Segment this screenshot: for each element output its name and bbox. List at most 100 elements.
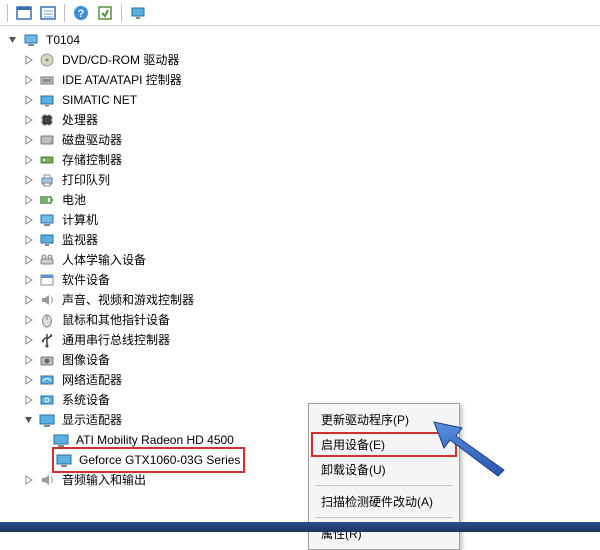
monitor-icon: [38, 231, 56, 249]
expander-closed-icon[interactable]: [22, 353, 36, 367]
toolbar: ?: [0, 0, 600, 26]
toolbar-action-icon[interactable]: [94, 2, 116, 24]
gpu-icon: [55, 451, 73, 469]
tree-category[interactable]: 人体学输入设备: [6, 250, 600, 270]
tree-category[interactable]: 通用串行总线控制器: [6, 330, 600, 350]
category-label: 网络适配器: [60, 369, 124, 391]
root-label: T0104: [44, 29, 82, 51]
tree-category[interactable]: 计算机: [6, 210, 600, 230]
toolbar-separator: [64, 4, 65, 22]
menu-item[interactable]: 启用设备(E): [311, 432, 457, 457]
expander-open-icon[interactable]: [22, 413, 36, 427]
tree-category[interactable]: SIMATIC NET: [6, 90, 600, 110]
menu-item[interactable]: 卸载设备(U): [311, 457, 457, 482]
expander-closed-icon[interactable]: [22, 173, 36, 187]
mouse-icon: [38, 311, 56, 329]
menu-item[interactable]: 扫描检测硬件改动(A): [311, 489, 457, 514]
storage-icon: [38, 151, 56, 169]
tree-category[interactable]: 监视器: [6, 230, 600, 250]
display-label: 显示适配器: [60, 409, 124, 431]
expander-closed-icon[interactable]: [22, 233, 36, 247]
tree-category-display[interactable]: 显示适配器: [6, 410, 600, 430]
tree-category[interactable]: 图像设备: [6, 350, 600, 370]
tree-device-geforce[interactable]: Geforce GTX1060-03G Series: [6, 450, 600, 470]
toolbar-panel2-icon[interactable]: [37, 2, 59, 24]
menu-item[interactable]: 更新驱动程序(P): [311, 407, 457, 432]
audio-icon: [38, 471, 56, 489]
system-icon: [38, 391, 56, 409]
battery-icon: [38, 191, 56, 209]
expander-closed-icon[interactable]: [22, 133, 36, 147]
tree-category[interactable]: 声音、视频和游戏控制器: [6, 290, 600, 310]
tree-root[interactable]: T0104: [6, 30, 600, 50]
expander-closed-icon[interactable]: [22, 113, 36, 127]
expander-closed-icon[interactable]: [22, 153, 36, 167]
category-label: DVD/CD-ROM 驱动器: [60, 49, 181, 71]
tree-category[interactable]: 处理器: [6, 110, 600, 130]
net-icon: [38, 91, 56, 109]
camera-icon: [38, 351, 56, 369]
category-label: 电池: [60, 189, 88, 211]
computer-icon: [22, 31, 40, 49]
toolbar-monitor-icon[interactable]: [127, 2, 149, 24]
tree-category[interactable]: 存储控制器: [6, 150, 600, 170]
category-label: 软件设备: [60, 269, 112, 291]
hid-icon: [38, 251, 56, 269]
tree-category[interactable]: 电池: [6, 190, 600, 210]
expander-closed-icon[interactable]: [22, 213, 36, 227]
bottom-bar: [0, 522, 600, 532]
tree-category[interactable]: 鼠标和其他指针设备: [6, 310, 600, 330]
svg-text:?: ?: [78, 8, 85, 20]
expander-closed-icon[interactable]: [22, 253, 36, 267]
usb-icon: [38, 331, 56, 349]
category-label: 通用串行总线控制器: [60, 329, 172, 351]
category-label: 鼠标和其他指针设备: [60, 309, 172, 331]
toolbar-separator: [121, 4, 122, 22]
expander-open-icon[interactable]: [6, 33, 20, 47]
toolbar-help-icon[interactable]: ?: [70, 2, 92, 24]
expander-closed-icon[interactable]: [22, 73, 36, 87]
expander-closed-icon[interactable]: [22, 293, 36, 307]
expander-closed-icon[interactable]: [22, 473, 36, 487]
category-label: 人体学输入设备: [60, 249, 148, 271]
expander-closed-icon[interactable]: [22, 373, 36, 387]
computer-icon: [38, 211, 56, 229]
expander-closed-icon[interactable]: [22, 333, 36, 347]
sound-icon: [38, 291, 56, 309]
category-label: 系统设备: [60, 389, 112, 411]
category-label: IDE ATA/ATAPI 控制器: [60, 69, 184, 91]
tree-category[interactable]: DVD/CD-ROM 驱动器: [6, 50, 600, 70]
tree-category[interactable]: IDE ATA/ATAPI 控制器: [6, 70, 600, 90]
tree-category[interactable]: 打印队列: [6, 170, 600, 190]
menu-separator: [315, 517, 453, 518]
device-label: Geforce GTX1060-03G Series: [77, 449, 242, 471]
category-label: 计算机: [60, 209, 100, 231]
category-label: 处理器: [60, 109, 100, 131]
tree-category[interactable]: 系统设备: [6, 390, 600, 410]
expander-closed-icon[interactable]: [22, 53, 36, 67]
expander-closed-icon[interactable]: [22, 93, 36, 107]
toolbar-separator: [7, 4, 8, 22]
menu-separator: [315, 485, 453, 486]
tree-category-audio[interactable]: 音频输入和输出: [6, 470, 600, 490]
audio-label: 音频输入和输出: [60, 469, 148, 491]
software-icon: [38, 271, 56, 289]
tree-category[interactable]: 网络适配器: [6, 370, 600, 390]
tree-category[interactable]: 磁盘驱动器: [6, 130, 600, 150]
expander-closed-icon[interactable]: [22, 193, 36, 207]
category-label: 图像设备: [60, 349, 112, 371]
category-label: 磁盘驱动器: [60, 129, 124, 151]
category-label: 监视器: [60, 229, 100, 251]
expander-closed-icon[interactable]: [22, 313, 36, 327]
expander-closed-icon[interactable]: [22, 393, 36, 407]
toolbar-panel1-icon[interactable]: [13, 2, 35, 24]
category-label: 声音、视频和游戏控制器: [60, 289, 196, 311]
ide-icon: [38, 71, 56, 89]
category-label: 存储控制器: [60, 149, 124, 171]
display-adapter-icon: [38, 411, 56, 429]
netadapter-icon: [38, 371, 56, 389]
device-tree: T0104 DVD/CD-ROM 驱动器IDE ATA/ATAPI 控制器SIM…: [0, 26, 600, 494]
tree-category[interactable]: 软件设备: [6, 270, 600, 290]
expander-closed-icon[interactable]: [22, 273, 36, 287]
disc-icon: [38, 51, 56, 69]
